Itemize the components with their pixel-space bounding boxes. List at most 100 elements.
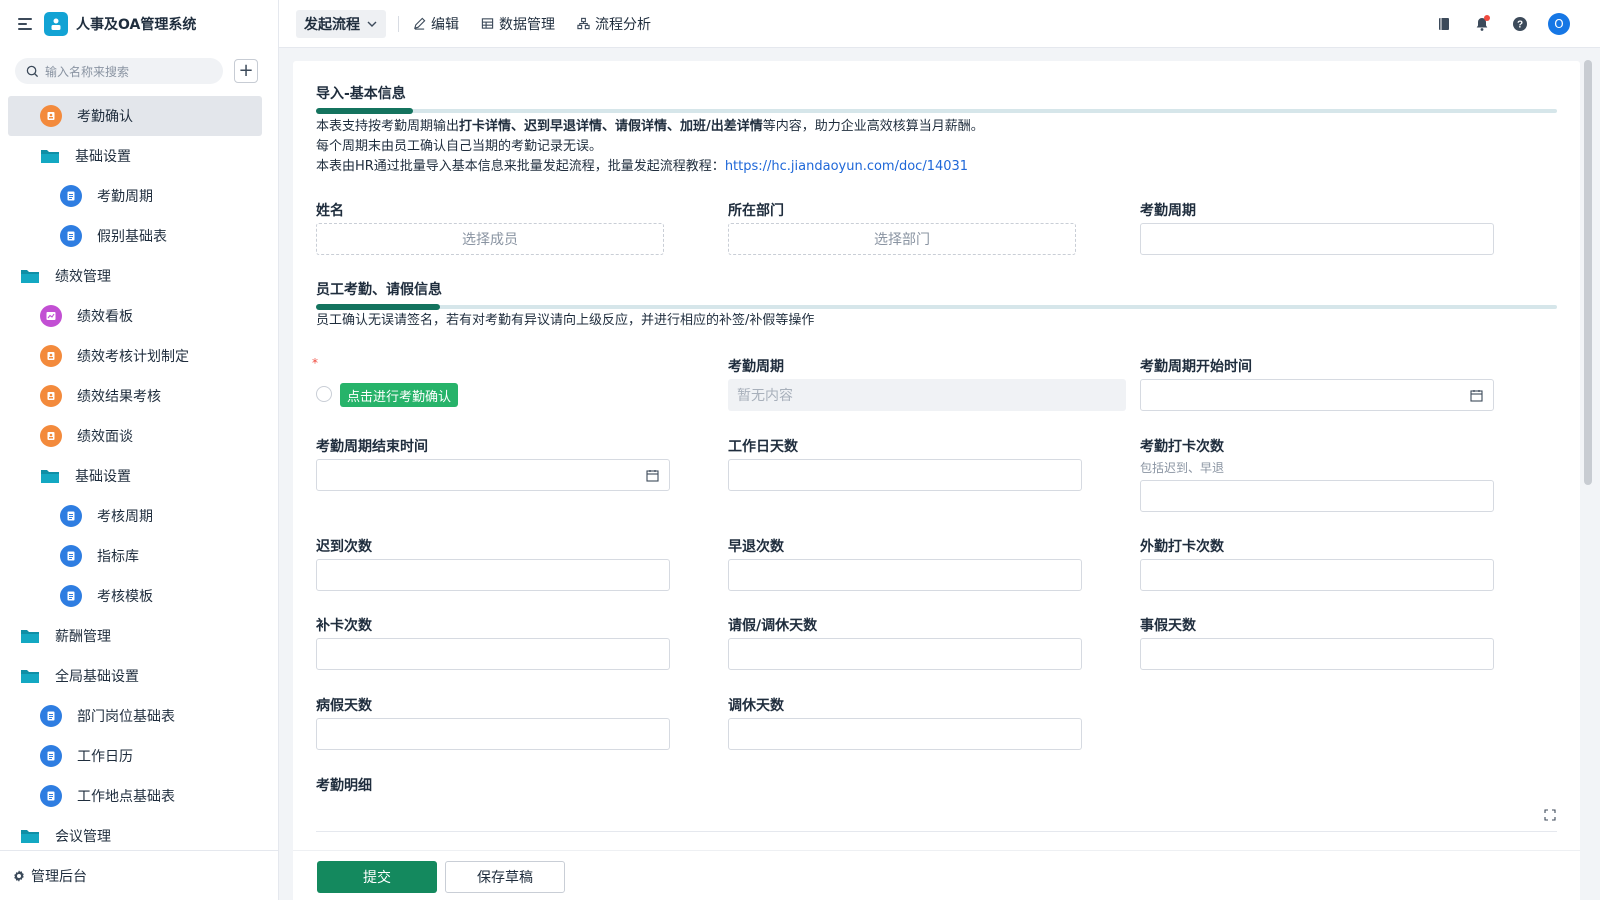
period-input[interactable] <box>1140 223 1494 255</box>
admin-link[interactable]: 管理后台 <box>0 850 278 900</box>
expand-icon[interactable] <box>1544 809 1556 821</box>
search-input[interactable]: 输入名称来搜索 <box>15 58 223 84</box>
desc-line1-pre: 本表支持按考勤周期输出 <box>316 119 460 134</box>
data-management-button[interactable]: 数据管理 <box>481 14 555 34</box>
pencil-icon <box>414 17 426 30</box>
late-count-input[interactable] <box>316 559 670 591</box>
sidebar-item[interactable]: 全局基础设置 <box>0 656 278 696</box>
app-logo-icon <box>44 11 68 36</box>
form-card: 导入-基本信息 本表支持按考勤周期输出打卡详情、迟到早退详情、请假详情、加班/出… <box>293 61 1580 900</box>
sick-leave-label: 病假天数 <box>316 698 372 714</box>
dept-select[interactable]: 选择部门 <box>728 223 1076 255</box>
submit-button[interactable]: 提交 <box>317 861 437 893</box>
app-title: 人事及OA管理系统 <box>76 16 197 33</box>
sidebar-item[interactable]: 基础设置 <box>0 456 278 496</box>
edit-button[interactable]: 编辑 <box>413 14 459 34</box>
punch-count-input[interactable] <box>1140 480 1494 512</box>
member-select[interactable]: 选择成员 <box>316 223 664 255</box>
folder-icon <box>40 467 60 485</box>
comp-leave-input[interactable] <box>728 718 1082 750</box>
flow-analysis-button[interactable]: 流程分析 <box>577 14 651 34</box>
workdays-label: 工作日天数 <box>728 439 798 455</box>
sidebar: 人事及OA管理系统 输入名称来搜索 + 考勤确认 基础设置 考勤周期 假别基础表 绩效管… <box>0 0 279 900</box>
sidebar-item[interactable]: 考勤确认 <box>8 96 262 136</box>
workdays-input[interactable] <box>728 459 1082 491</box>
section-desc-basic: 本表支持按考勤周期输出打卡详情、迟到早退详情、请假详情、加班/出差详情等内容，助… <box>316 117 984 177</box>
sidebar-header: 人事及OA管理系统 <box>0 0 278 47</box>
tutorial-link[interactable]: https://hc.jiandaoyun.com/doc/14031 <box>725 159 968 174</box>
detail-table-top <box>316 831 1557 832</box>
sidebar-item-label: 绩效考核计划制定 <box>77 349 189 365</box>
sidebar-item-label: 工作日历 <box>77 749 133 765</box>
form-icon <box>60 185 82 207</box>
section-bar-attendance <box>316 304 1557 310</box>
sidebar-item[interactable]: 绩效看板 <box>0 296 278 336</box>
desc-line3-pre: 本表由HR通过批量导入基本信息来批量发起流程，批量发起流程教程： <box>316 159 725 174</box>
personal-leave-input[interactable] <box>1140 638 1494 670</box>
desc-line1-post: 等内容，助力企业高效核算当月薪酬。 <box>762 119 984 134</box>
sidebar-item[interactable]: 考勤周期 <box>0 176 278 216</box>
attendance-detail-label: 考勤明细 <box>316 778 372 794</box>
sidebar-item-label: 全局基础设置 <box>55 669 139 685</box>
confirm-radio[interactable] <box>316 386 332 402</box>
leave-days-input[interactable] <box>728 638 1082 670</box>
folder-icon <box>20 627 40 645</box>
gear-icon <box>14 869 24 882</box>
avatar[interactable]: O <box>1548 13 1570 35</box>
sidebar-item[interactable]: 假别基础表 <box>0 216 278 256</box>
end-date-input[interactable] <box>316 459 670 491</box>
sidebar-item-label: 假别基础表 <box>97 229 167 245</box>
form-icon <box>60 225 82 247</box>
sidebar-item[interactable]: 基础设置 <box>0 136 278 176</box>
sidebar-item[interactable]: 工作日历 <box>0 736 278 776</box>
sidebar-item[interactable]: 考核周期 <box>0 496 278 536</box>
start-flow-dropdown[interactable]: 发起流程 <box>296 9 386 38</box>
save-draft-button[interactable]: 保存草稿 <box>445 861 565 893</box>
early-count-input[interactable] <box>728 559 1082 591</box>
sidebar-item[interactable]: 薪酬管理 <box>0 616 278 656</box>
sidebar-item[interactable]: 指标库 <box>0 536 278 576</box>
folder-icon <box>20 827 40 845</box>
sidebar-item-label: 工作地点基础表 <box>77 789 175 805</box>
sidebar-item-label: 考核周期 <box>97 509 153 525</box>
end-date-label: 考勤周期结束时间 <box>316 439 428 455</box>
sidebar-item-label: 考核模板 <box>97 589 153 605</box>
punch-count-label: 考勤打卡次数 <box>1140 439 1224 455</box>
sidebar-item-label: 绩效面谈 <box>77 429 133 445</box>
form-icon <box>40 105 62 127</box>
form-icon <box>40 745 62 767</box>
form-footer: 提交 保存草稿 <box>293 850 1580 900</box>
form-icon <box>60 505 82 527</box>
sidebar-item-label: 考勤确认 <box>77 109 133 125</box>
scrollbar[interactable] <box>1584 60 1592 485</box>
section-bar-basic <box>316 108 1557 114</box>
sidebar-item-label: 部门岗位基础表 <box>77 709 175 725</box>
makeup-count-input[interactable] <box>316 638 670 670</box>
sidebar-nav: 考勤确认 基础设置 考勤周期 假别基础表 绩效管理 绩效看板 绩效考核计划制定 绩效结果考核绩… <box>0 96 278 856</box>
sidebar-item-label: 指标库 <box>97 549 139 565</box>
sidebar-item[interactable]: 部门岗位基础表 <box>0 696 278 736</box>
sidebar-item[interactable]: 绩效管理 <box>0 256 278 296</box>
form-icon <box>40 305 62 327</box>
menu-icon[interactable] <box>18 17 32 30</box>
sidebar-item[interactable]: 考核模板 <box>0 576 278 616</box>
period2-label: 考勤周期 <box>728 359 784 375</box>
notification-bell-icon[interactable] <box>1472 14 1492 34</box>
start-date-input[interactable] <box>1140 379 1494 411</box>
folder-icon <box>40 147 60 165</box>
sidebar-item-label: 基础设置 <box>75 149 131 165</box>
outside-punch-input[interactable] <box>1140 559 1494 591</box>
help-icon[interactable]: ? <box>1510 14 1530 34</box>
sidebar-item[interactable]: 绩效结果考核 <box>0 376 278 416</box>
sidebar-item[interactable]: 工作地点基础表 <box>0 776 278 816</box>
book-icon[interactable] <box>1434 14 1454 34</box>
sick-leave-input[interactable] <box>316 718 670 750</box>
add-button[interactable]: + <box>234 59 258 83</box>
flow-icon <box>577 17 590 30</box>
personal-leave-label: 事假天数 <box>1140 618 1196 634</box>
sidebar-item[interactable]: 绩效面谈 <box>0 416 278 456</box>
edit-label: 编辑 <box>431 16 459 33</box>
attendance-confirm-button[interactable]: 点击进行考勤确认 <box>340 383 459 407</box>
form-icon <box>40 385 62 407</box>
sidebar-item[interactable]: 绩效考核计划制定 <box>0 336 278 376</box>
